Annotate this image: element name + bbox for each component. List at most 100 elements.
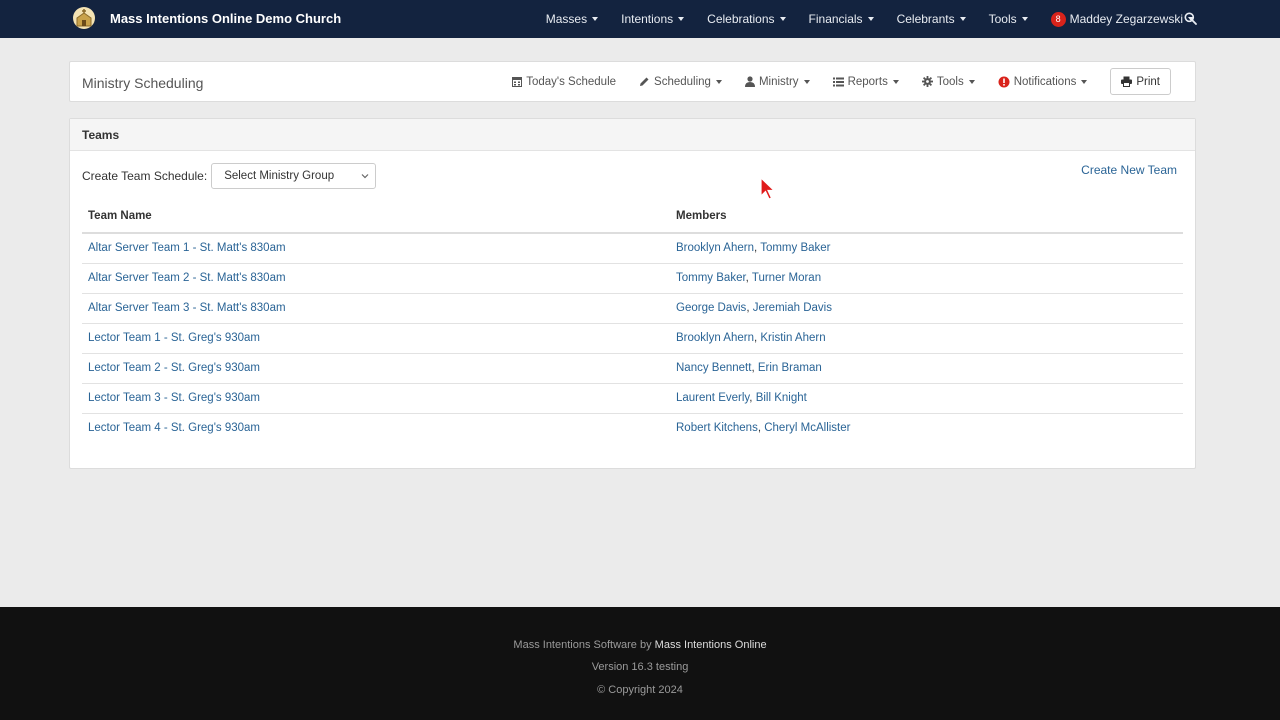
notifications-dropdown[interactable]: Notifications [998, 76, 1088, 88]
team-name-link[interactable]: Altar Server Team 3 - St. Matt's 830am [88, 302, 286, 314]
member-link[interactable]: Cheryl McAllister [764, 422, 850, 434]
member-link[interactable]: Nancy Bennett [676, 362, 751, 374]
notifications-label: Notifications [1013, 75, 1077, 88]
table-row: Lector Team 2 - St. Greg's 930am Nancy B… [82, 353, 1183, 384]
todays-schedule-label: Today's Schedule [526, 75, 617, 88]
team-name-link[interactable]: Altar Server Team 1 - St. Matt's 830am [88, 242, 286, 254]
member-link[interactable]: Laurent Everly [676, 392, 749, 404]
footer-version: Version 16.3 testing [591, 661, 689, 673]
table-row: Altar Server Team 3 - St. Matt's 830am G… [82, 293, 1183, 324]
member-link[interactable]: Tommy Baker [676, 272, 746, 284]
scheduling-dropdown[interactable]: Scheduling [639, 76, 722, 88]
table-header-row: Team Name Members [82, 207, 1183, 234]
nav-celebrations[interactable]: Celebrations [707, 12, 786, 26]
notification-count-badge: 8 [1050, 11, 1066, 27]
nav-masses[interactable]: Masses [546, 12, 599, 26]
search-icon[interactable] [1184, 12, 1197, 25]
tools-label: Tools [936, 75, 964, 88]
table-row: Lector Team 1 - St. Greg's 930am Brookly… [82, 323, 1183, 354]
nav-user-menu[interactable]: 8 Maddey Zegarzewski [1050, 11, 1194, 27]
caret-down-icon [715, 79, 722, 84]
caret-down-icon [867, 17, 874, 21]
table-row: Lector Team 3 - St. Greg's 930am Laurent… [82, 383, 1183, 414]
scheduling-label: Scheduling [654, 75, 711, 88]
caret-down-icon [968, 79, 975, 84]
create-team-schedule-row: Create Team Schedule: Select Ministry Gr… [82, 163, 377, 189]
member-link[interactable]: Erin Braman [758, 362, 822, 374]
member-link[interactable]: Turner Moran [752, 272, 821, 284]
team-name-link[interactable]: Lector Team 1 - St. Greg's 930am [88, 332, 260, 344]
list-icon [832, 77, 844, 86]
todays-schedule-link[interactable]: Today's Schedule [512, 76, 616, 88]
caret-down-icon [1021, 17, 1028, 21]
teams-panel-heading: Teams [70, 119, 1195, 151]
print-label: Print [1136, 75, 1160, 88]
table-row: Lector Team 4 - St. Greg's 930am Robert … [88, 422, 851, 435]
chevron-down-icon [361, 174, 369, 179]
page-title: Ministry Scheduling [82, 75, 204, 91]
team-name-link[interactable]: Lector Team 2 - St. Greg's 930am [88, 362, 260, 374]
ministry-group-select-value: Select Ministry Group [224, 170, 335, 182]
caret-down-icon [1081, 79, 1088, 84]
caret-down-icon [678, 17, 685, 21]
member-link[interactable]: Tommy Baker [760, 242, 830, 254]
nav-celebrations-label: Celebrations [707, 12, 775, 26]
reports-label: Reports [847, 75, 888, 88]
ministry-toolbar-panel: Ministry Scheduling Today's Schedule Sch… [69, 61, 1196, 102]
footer-copyright: © Copyright 2024 [597, 684, 683, 696]
nav-tools[interactable]: Tools [989, 12, 1028, 26]
church-logo-icon[interactable] [71, 6, 97, 30]
footer-brand-link[interactable]: Mass Intentions Online [655, 639, 767, 651]
caret-down-icon [959, 17, 966, 21]
print-icon [1121, 76, 1133, 87]
caret-down-icon [592, 17, 599, 21]
toolbar-actions: Today's Schedule Scheduling Ministry Rep… [489, 62, 1171, 101]
ministry-group-select[interactable]: Select Ministry Group [211, 163, 377, 189]
team-name-link[interactable]: Altar Server Team 2 - St. Matt's 830am [88, 272, 286, 284]
column-header-members: Members [670, 207, 1183, 234]
member-link[interactable]: George Davis [676, 302, 746, 314]
ministry-dropdown[interactable]: Ministry [744, 75, 810, 88]
tools-dropdown[interactable]: Tools [921, 75, 975, 88]
nav-financials[interactable]: Financials [809, 12, 874, 26]
calendar-icon [512, 77, 523, 87]
table-row: Altar Server Team 1 - St. Matt's 830am B… [82, 233, 1183, 264]
reports-dropdown[interactable]: Reports [832, 75, 899, 88]
teams-table: Team Name Members Altar Server Team 1 - … [82, 207, 1183, 443]
caret-down-icon [803, 79, 810, 84]
nav-financials-label: Financials [808, 12, 863, 26]
nav-tools-label: Tools [988, 12, 1017, 26]
brand-name[interactable]: Mass Intentions Online Demo Church [110, 11, 341, 26]
team-name-link[interactable]: Lector Team 3 - St. Greg's 930am [88, 392, 260, 404]
create-new-team-link[interactable]: Create New Team [1081, 163, 1177, 177]
caret-down-icon [892, 79, 899, 84]
member-link[interactable]: Kristin Ahern [760, 332, 825, 344]
member-link[interactable]: Robert Kitchens [676, 422, 758, 434]
nav-celebrants[interactable]: Celebrants [897, 12, 966, 26]
mouse-pointer-icon [760, 177, 776, 200]
user-icon [744, 76, 755, 87]
footer-credit: Mass Intentions Software by Mass Intenti… [0, 639, 1280, 651]
print-button[interactable]: Print [1110, 68, 1171, 95]
teams-panel: Teams Create Team Schedule: Select Minis… [69, 118, 1196, 469]
page-footer: Mass Intentions Software by Mass Intenti… [0, 607, 1280, 720]
ministry-label: Ministry [758, 75, 799, 88]
create-team-schedule-label: Create Team Schedule: [82, 169, 208, 183]
top-navbar: Mass Intentions Online Demo Church Masse… [0, 0, 1280, 38]
caret-down-icon [779, 17, 786, 21]
nav-celebrants-label: Celebrants [896, 12, 955, 26]
member-link[interactable]: Bill Knight [756, 392, 807, 404]
member-link[interactable]: Brooklyn Ahern [676, 242, 754, 254]
user-name: Maddey Zegarzewski [1069, 12, 1183, 26]
member-link[interactable]: Jeremiah Davis [753, 302, 832, 314]
main-nav: Masses Intentions Celebrations Financial… [523, 0, 1194, 38]
gear-icon [921, 76, 933, 87]
team-name-link[interactable]: Lector Team 4 - St. Greg's 930am [88, 422, 260, 434]
nav-intentions-label: Intentions [621, 12, 674, 26]
nav-intentions[interactable]: Intentions [621, 12, 685, 26]
member-link[interactable]: Brooklyn Ahern [676, 332, 754, 344]
column-header-team-name: Team Name [82, 207, 670, 234]
exclamation-circle-icon [998, 76, 1010, 87]
table-row: Altar Server Team 2 - St. Matt's 830am T… [82, 263, 1183, 294]
footer-credit-prefix: Mass Intentions Software by [513, 639, 652, 651]
